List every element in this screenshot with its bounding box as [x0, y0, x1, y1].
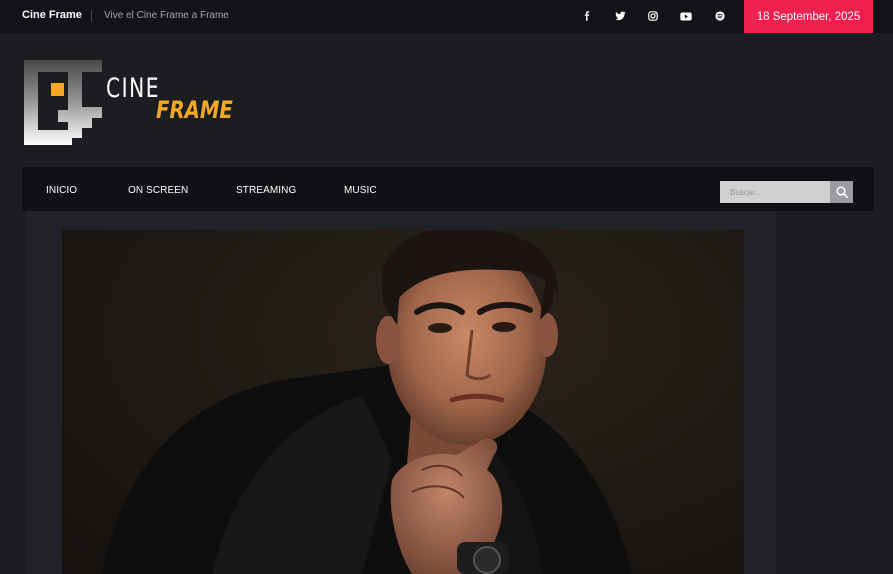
search-input[interactable]: [720, 181, 830, 203]
nav-item-music[interactable]: MUSIC: [344, 185, 377, 196]
date-badge: 18 September, 2025: [744, 0, 873, 33]
logo-word-cine: CINE: [106, 73, 161, 104]
top-bar: Cine Frame Vive el Cine Frame a Frame 18…: [0, 0, 893, 33]
youtube-icon[interactable]: [679, 9, 693, 23]
tagline: Vive el Cine Frame a Frame: [104, 10, 229, 21]
twitter-icon[interactable]: [613, 9, 627, 23]
featured-image[interactable]: [62, 230, 744, 574]
divider: [91, 10, 92, 22]
logo-mark-icon: [24, 60, 102, 145]
nav-item-inicio[interactable]: INICIO: [46, 185, 77, 196]
instagram-icon[interactable]: [646, 9, 660, 23]
search-button[interactable]: [830, 181, 853, 203]
brand-name[interactable]: Cine Frame: [22, 9, 82, 21]
nav-item-on-screen[interactable]: ON SCREEN: [128, 185, 188, 196]
search-icon: [835, 186, 848, 198]
spotify-icon[interactable]: [713, 9, 727, 23]
nav-item-streaming[interactable]: STREAMING: [236, 185, 296, 196]
portrait-illustration: [102, 230, 632, 574]
logo-word-frame: FRAME: [156, 96, 233, 124]
facebook-icon[interactable]: [580, 9, 594, 23]
